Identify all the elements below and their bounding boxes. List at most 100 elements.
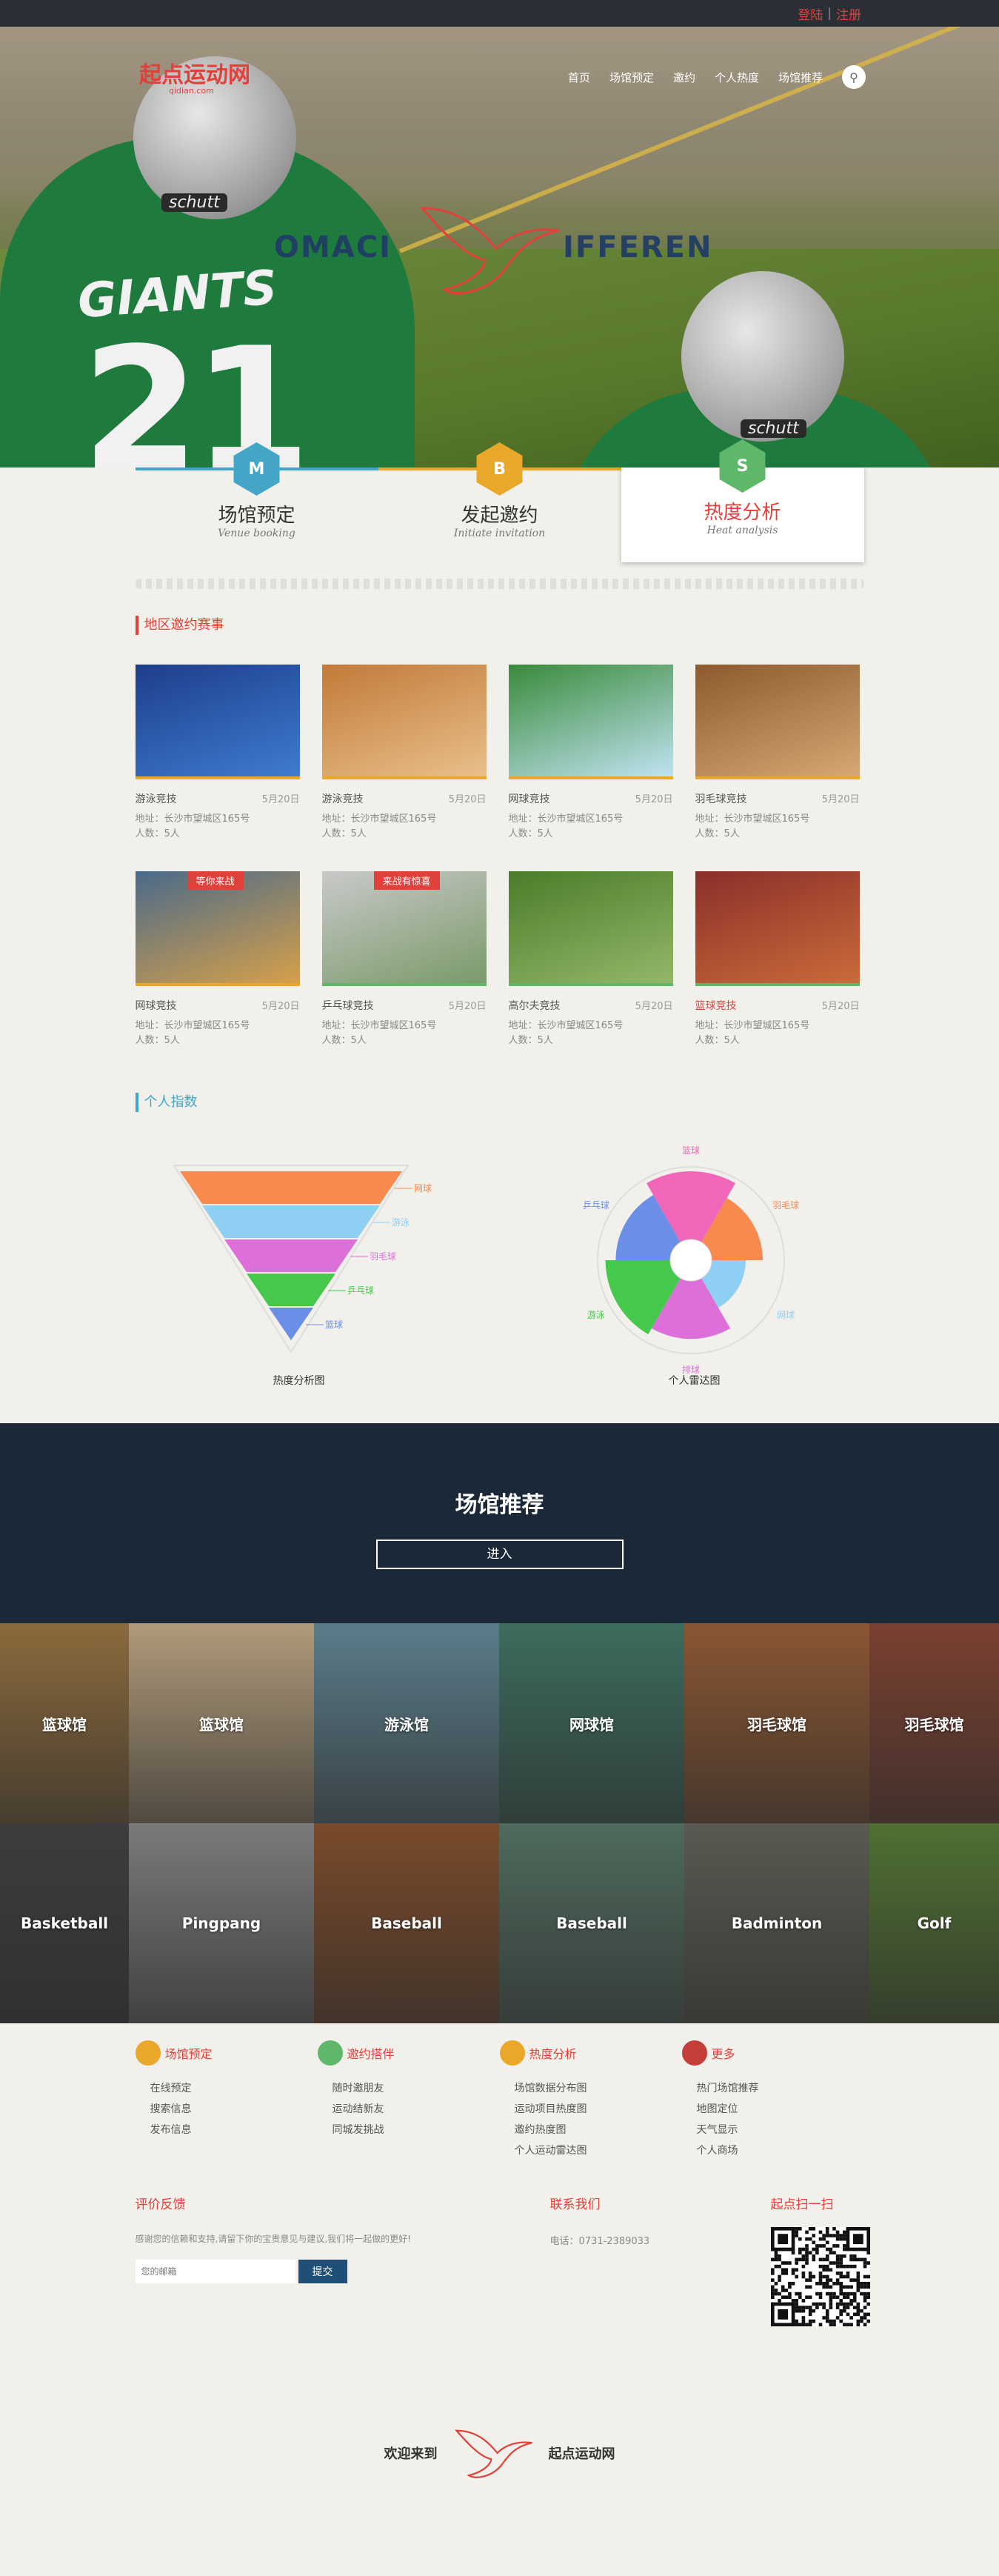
sport-ball-icon xyxy=(681,2040,707,2066)
footer-link[interactable]: 场馆数据分布图 xyxy=(515,2078,682,2099)
search-icon[interactable]: ⚲ xyxy=(842,65,866,89)
footer-link[interactable]: 运动项目热度图 xyxy=(515,2099,682,2120)
welcome-banner: 欢迎来到 起点运动网 xyxy=(136,2416,864,2490)
venue-tile[interactable]: 羽毛球馆 xyxy=(684,1623,869,1823)
footer-link[interactable]: 运动结新友 xyxy=(333,2099,500,2120)
footer-link[interactable]: 搜索信息 xyxy=(150,2099,318,2120)
submit-button[interactable]: 提交 xyxy=(298,2260,347,2283)
footer-link[interactable]: 个人运动雷达图 xyxy=(515,2140,682,2161)
radar-chart: 羽毛球网球排球游泳乒乓球篮球 xyxy=(582,1145,798,1375)
event-name[interactable]: 篮球竞技 xyxy=(695,998,737,1013)
site-logo[interactable]: 起点运动网 qidian.com xyxy=(139,56,250,96)
register-link[interactable]: 注册 xyxy=(836,4,861,23)
swallow-logo-icon xyxy=(454,2429,532,2478)
enter-button[interactable]: 进入 xyxy=(375,1540,624,1569)
personal-heading: 个人指数 xyxy=(135,1093,864,1112)
email-field[interactable] xyxy=(135,2260,295,2283)
venue-tile[interactable]: 篮球馆 xyxy=(129,1623,314,1823)
nav-item-personal-heat[interactable]: 个人热度 xyxy=(715,70,759,85)
event-photo[interactable]: 来战有惊喜 xyxy=(321,871,487,986)
event-photo[interactable] xyxy=(695,871,860,986)
event-address: 地址：长沙市望城区165号 xyxy=(135,1020,250,1031)
venue-tile[interactable]: Golf xyxy=(869,1823,999,2023)
logo-text: 起点运动网 xyxy=(139,62,250,88)
footer-link[interactable]: 同城发挑战 xyxy=(333,2120,500,2140)
venue-tile[interactable]: Badminton xyxy=(684,1823,869,2023)
venue-tile[interactable]: Basketball xyxy=(0,1823,129,2023)
footer-link[interactable]: 随时邀朋友 xyxy=(333,2078,500,2099)
venue-tile[interactable]: Baseball xyxy=(314,1823,499,2023)
nav-item-venue-recommend[interactable]: 场馆推荐 xyxy=(778,70,823,85)
event-photo[interactable] xyxy=(508,665,673,779)
event-name[interactable]: 高尔夫竞技 xyxy=(509,998,561,1013)
event-card[interactable]: 羽毛球竞技 5月20日 地址：长沙市望城区165号 人数：5人 xyxy=(695,665,860,842)
event-photo[interactable] xyxy=(695,665,860,779)
event-card[interactable]: 来战有惊喜 乒乓球竞技 5月20日 地址：长沙市望城区165号 人数：5人 xyxy=(321,871,487,1048)
venue-tile[interactable]: 游泳馆 xyxy=(314,1623,499,1823)
footer-link[interactable]: 地图定位 xyxy=(697,2099,864,2120)
contact-section: 联系我们 电话：0731-2389033 xyxy=(550,2194,650,2247)
main-nav: 首页 场馆预定 邀约 个人热度 场馆推荐 ⚲ xyxy=(568,65,866,89)
footer-columns: 场馆预定 在线预定 搜索信息 发布信息 邀约搭伴 随时邀朋友 运动结新友 同城发挑战 热度分析场… xyxy=(135,2038,864,2161)
nav-item-invite[interactable]: 邀约 xyxy=(673,70,695,85)
event-name[interactable]: 网球竞技 xyxy=(509,791,550,806)
venue-tiles: 篮球馆 篮球馆 游泳馆 网球馆 羽毛球馆 羽毛球馆 Basketball Pingpang Ba… xyxy=(0,1623,999,2023)
venue-label: 游泳馆 xyxy=(384,1715,429,1734)
sport-ball-icon xyxy=(499,2040,525,2066)
event-card[interactable]: 等你来战网球竞技 5月20日 地址：长沙市望城区165号 人数：5人 xyxy=(135,871,300,1048)
venue-tile[interactable]: Baseball xyxy=(499,1823,684,2023)
feature-venue-booking[interactable]: M 场馆预定 Venue booking xyxy=(135,442,378,562)
swallow-logo-icon xyxy=(419,207,560,295)
funnel-segment xyxy=(268,1308,313,1340)
event-card[interactable]: 高尔夫竞技 5月20日 地址：长沙市望城区165号 人数：5人 xyxy=(508,871,673,1048)
event-name[interactable]: 网球竞技 xyxy=(136,998,177,1013)
funnel-label: 游泳 xyxy=(392,1217,410,1228)
event-date: 5月20日 xyxy=(261,1001,300,1012)
funnel-segment xyxy=(179,1171,402,1204)
feedback-form: 提交 xyxy=(135,2260,432,2283)
feedback-title: 评价反馈 xyxy=(135,2197,186,2212)
login-link[interactable]: 登陆 xyxy=(798,4,823,23)
feature-title: 场馆预定 xyxy=(218,505,295,527)
event-people: 人数：5人 xyxy=(135,1035,180,1046)
footer-link[interactable]: 热门场馆推荐 xyxy=(697,2078,864,2099)
nav-item-venue-booking[interactable]: 场馆预定 xyxy=(609,70,654,85)
event-name[interactable]: 游泳竞技 xyxy=(322,791,364,806)
footer-column: 邀约搭伴 随时邀朋友 运动结新友 同城发挑战 xyxy=(317,2038,500,2161)
event-name[interactable]: 羽毛球竞技 xyxy=(695,791,747,806)
hero-text-right: IFFEREN xyxy=(563,230,713,264)
event-name[interactable]: 乒乓球竞技 xyxy=(322,998,374,1013)
feature-initiate-invitation[interactable]: B 发起邀约 Initiate invitation xyxy=(378,442,621,562)
event-name[interactable]: 游泳竞技 xyxy=(136,791,177,806)
event-photo[interactable] xyxy=(135,665,300,779)
venue-tile[interactable]: Pingpang xyxy=(129,1823,314,2023)
event-card[interactable]: 网球竞技 5月20日 地址：长沙市望城区165号 人数：5人 xyxy=(508,665,673,842)
welcome-left: 欢迎来到 xyxy=(384,2446,438,2462)
venue-tile[interactable]: 网球馆 xyxy=(499,1623,684,1823)
event-card[interactable]: 游泳竞技 5月20日 地址：长沙市望城区165号 人数：5人 xyxy=(135,665,300,842)
venue-tile[interactable]: 篮球馆 xyxy=(0,1623,129,1823)
event-card[interactable]: 篮球竞技 5月20日 地址：长沙市望城区165号 人数：5人 xyxy=(695,871,860,1048)
venue-tile[interactable]: 羽毛球馆 xyxy=(869,1623,999,1823)
venue-label: Basketball xyxy=(20,1914,109,1932)
feature-heat-analysis[interactable]: S 热度分析 Heat analysis xyxy=(621,439,864,562)
event-photo[interactable] xyxy=(321,665,487,779)
footer-link[interactable]: 在线预定 xyxy=(150,2078,318,2099)
radar-chart-title: 个人雷达图 xyxy=(668,1375,721,1387)
footer-link[interactable]: 邀约热度图 xyxy=(515,2120,682,2140)
event-card[interactable]: 游泳竞技 5月20日 地址：长沙市望城区165号 人数：5人 xyxy=(321,665,487,842)
venue-label: Pingpang xyxy=(181,1914,261,1932)
event-photo[interactable]: 等你来战 xyxy=(135,871,300,986)
event-photo[interactable] xyxy=(508,871,673,986)
nav-item-home[interactable]: 首页 xyxy=(568,70,590,85)
footer-link[interactable]: 个人商场 xyxy=(697,2140,864,2161)
event-address: 地址：长沙市望城区165号 xyxy=(508,813,624,825)
event-people: 人数：5人 xyxy=(508,828,553,839)
footer-column-title: 热度分析 xyxy=(529,2047,577,2061)
hero-text-left: OMACI xyxy=(274,230,392,264)
event-date: 5月20日 xyxy=(261,794,300,805)
footer-link[interactable]: 发布信息 xyxy=(150,2120,318,2140)
feature-title: 热度分析 xyxy=(704,502,781,524)
sport-ball-icon xyxy=(135,2040,161,2066)
footer-link[interactable]: 天气显示 xyxy=(697,2120,864,2140)
